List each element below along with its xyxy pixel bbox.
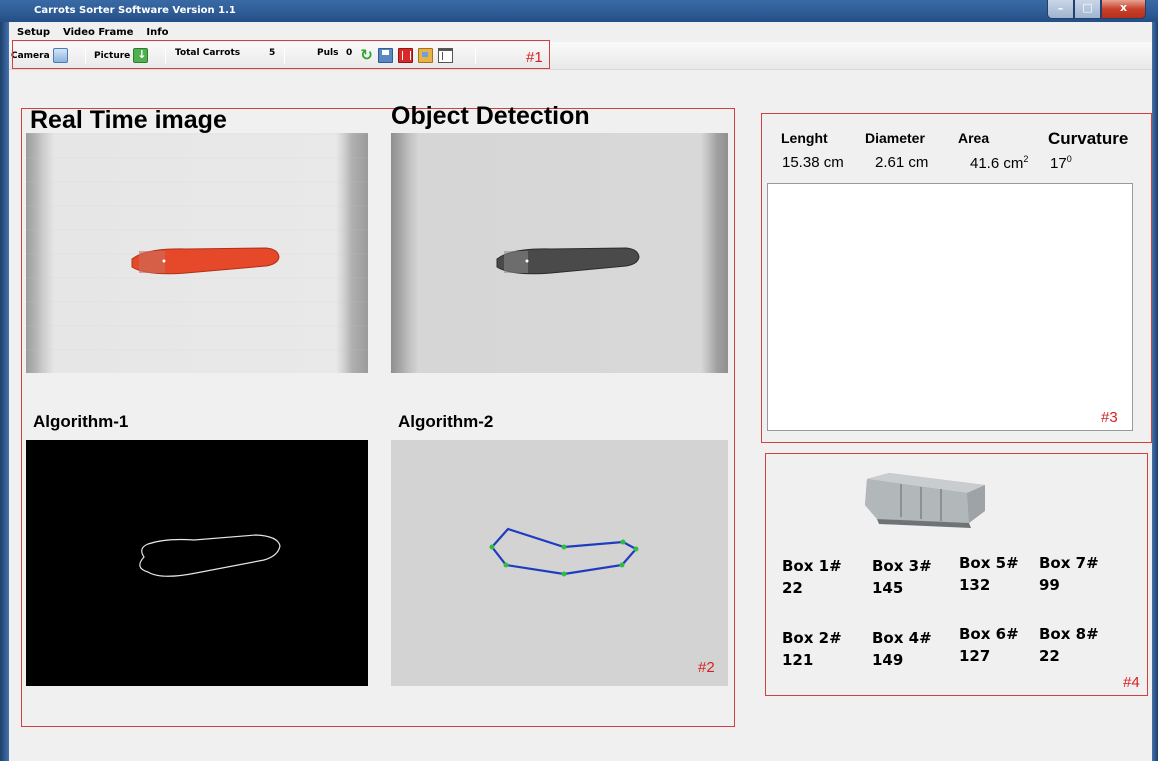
box-1-label: Box 1# xyxy=(782,557,842,575)
degree-symbol: 0 xyxy=(1066,154,1072,164)
area-label: Area xyxy=(958,130,990,146)
toolbar-section-tag: #1 xyxy=(526,49,543,66)
maximize-icon: □ xyxy=(1082,1,1093,14)
box-5-count: 132 xyxy=(959,576,991,594)
contour-polygon-graphic xyxy=(489,527,639,577)
client-area: Setup Video Frame Info Camera Picture To… xyxy=(9,22,1152,761)
box-6-count: 127 xyxy=(959,647,991,665)
lenght-value: 15.38 cm xyxy=(782,154,844,171)
area-number: 41.6 cm xyxy=(970,155,1024,172)
edge-outline-graphic xyxy=(139,534,281,577)
status-bar xyxy=(9,755,1152,761)
box-8-count: 22 xyxy=(1039,647,1060,665)
algorithm2-image xyxy=(391,440,728,686)
area-unit-exponent: 2 xyxy=(1023,154,1029,164)
measurements-section-tag: #3 xyxy=(1101,409,1118,426)
box-7-label: Box 7# xyxy=(1039,554,1099,572)
images-section-tag: #2 xyxy=(698,659,715,676)
box-3-count: 145 xyxy=(872,579,904,597)
minimize-icon: – xyxy=(1057,2,1064,15)
box-2-count: 121 xyxy=(782,651,814,669)
box-1-info: Box 1# 22 xyxy=(782,555,842,599)
diameter-value: 2.61 cm xyxy=(875,154,929,171)
carrot-color-graphic xyxy=(131,247,280,275)
box-4-label: Box 4# xyxy=(872,629,932,647)
box-2-info: Box 2# 121 xyxy=(782,627,842,671)
box-5-label: Box 5# xyxy=(959,554,1019,572)
box-3-info: Box 3# 145 xyxy=(872,555,932,599)
menu-video-frame[interactable]: Video Frame xyxy=(63,27,133,38)
algorithm1-title: Algorithm-1 xyxy=(33,412,129,431)
box-6-info: Box 6# 127 xyxy=(959,623,1019,667)
close-button[interactable]: x xyxy=(1101,0,1146,19)
curvature-label: Curvature xyxy=(1048,129,1129,148)
box-7-count: 99 xyxy=(1039,576,1060,594)
menu-info[interactable]: Info xyxy=(146,27,168,38)
box-2-label: Box 2# xyxy=(782,629,842,647)
window-frame-left xyxy=(0,22,9,761)
menu-setup[interactable]: Setup xyxy=(17,27,50,38)
sorting-bin-image xyxy=(865,473,985,528)
boxes-section-tag: #4 xyxy=(1123,674,1140,691)
box-3-label: Box 3# xyxy=(872,557,932,575)
object-detection-title: Object Detection xyxy=(391,102,590,130)
maximize-button[interactable]: □ xyxy=(1074,0,1101,19)
curvature-value: 170 xyxy=(1050,154,1072,172)
real-time-image xyxy=(26,133,368,373)
area-value: 41.6 cm2 xyxy=(970,154,1028,172)
algorithm1-image xyxy=(26,440,368,686)
box-1-count: 22 xyxy=(782,579,803,597)
minimize-button[interactable]: – xyxy=(1047,0,1074,19)
curvature-number: 17 xyxy=(1050,155,1067,172)
diameter-label: Diameter xyxy=(865,130,925,146)
box-5-info: Box 5# 132 xyxy=(959,552,1019,596)
box-7-info: Box 7# 99 xyxy=(1039,552,1099,596)
close-icon: x xyxy=(1119,1,1128,14)
box-8-info: Box 8# 22 xyxy=(1039,623,1099,667)
measurement-display-area xyxy=(767,183,1133,431)
window-controls: – □ x xyxy=(1047,0,1146,19)
app-window: Carrots Sorter Software Version 1.1 – □ … xyxy=(0,0,1158,761)
box-8-label: Box 8# xyxy=(1039,625,1099,643)
window-frame-right xyxy=(1152,22,1158,761)
box-6-label: Box 6# xyxy=(959,625,1019,643)
menu-bar: Setup Video Frame Info xyxy=(9,22,1152,42)
box-4-count: 149 xyxy=(872,651,904,669)
object-detection-image xyxy=(391,133,728,373)
title-bar[interactable]: Carrots Sorter Software Version 1.1 – □ … xyxy=(0,0,1158,22)
window-title: Carrots Sorter Software Version 1.1 xyxy=(34,5,236,16)
carrot-grayscale-graphic xyxy=(496,247,640,275)
box-4-info: Box 4# 149 xyxy=(872,627,932,671)
algorithm2-title: Algorithm-2 xyxy=(398,412,494,431)
toolbar-section-frame xyxy=(12,40,550,69)
real-time-title: Real Time image xyxy=(30,106,227,134)
lenght-label: Lenght xyxy=(781,130,828,146)
